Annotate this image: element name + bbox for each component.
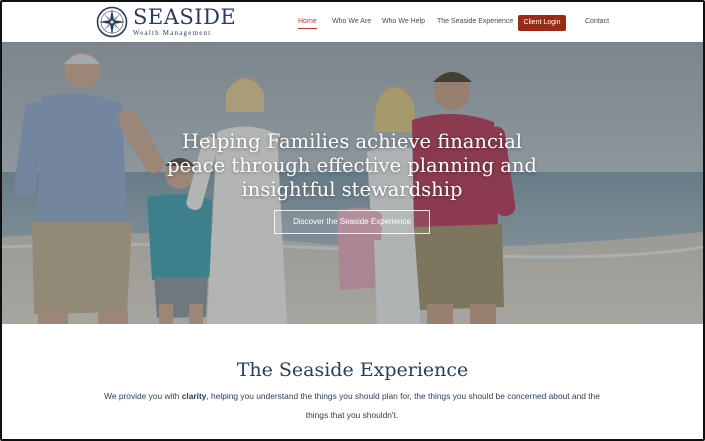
nav-active-underline <box>298 28 317 29</box>
browser-frame: SEASIDE Wealth Management Home Who We Ar… <box>0 0 705 441</box>
section-title: The Seaside Experience <box>236 359 469 381</box>
section-body-intro: We provide you with <box>104 391 182 401</box>
section-body: We provide you with clarity, helping you… <box>92 387 612 425</box>
brand-tagline: Wealth Management <box>133 29 212 37</box>
hero-headline: Helping Families achieve financial peace… <box>122 130 582 202</box>
section-body-emphasis: clarity <box>181 391 207 401</box>
nav-home[interactable]: Home <box>298 18 317 25</box>
hero-headline-line-3: insightful stewardship <box>241 178 463 201</box>
nav-seaside-experience[interactable]: The Seaside Experience <box>437 18 513 25</box>
hero-banner: Helping Families achieve financial peace… <box>2 42 703 324</box>
client-login-button[interactable]: Client Login <box>518 15 566 31</box>
seaside-experience-section: The Seaside Experience We provide you wi… <box>2 324 703 439</box>
discover-button[interactable]: Discover the Seaside Experience <box>274 210 430 234</box>
nav-who-we-are[interactable]: Who We Are <box>332 18 371 25</box>
main-nav: Home Who We Are Who We Help The Seaside … <box>2 15 703 31</box>
hero-headline-line-2: peace through effective planning and <box>167 154 537 177</box>
nav-contact[interactable]: Contact <box>585 18 609 25</box>
nav-who-we-help[interactable]: Who We Help <box>382 18 425 25</box>
hero-headline-line-1: Helping Families achieve financial <box>182 130 522 153</box>
site-header: SEASIDE Wealth Management Home Who We Ar… <box>2 2 703 42</box>
section-body-rest: , helping you understand the things you … <box>206 391 600 420</box>
